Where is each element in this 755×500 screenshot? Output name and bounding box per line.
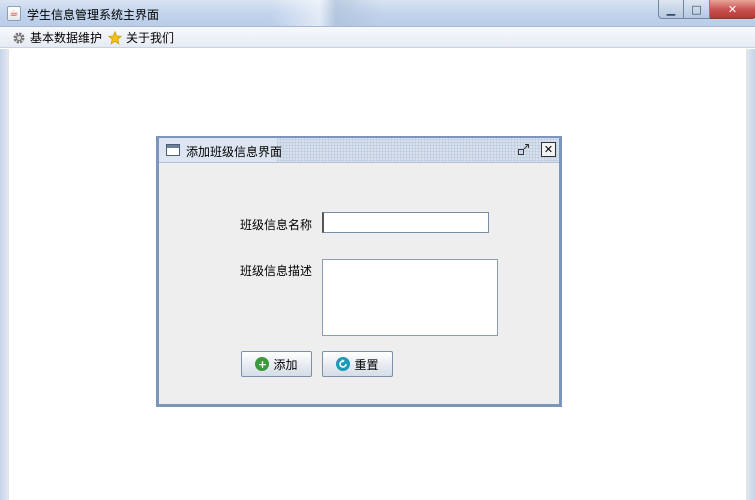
reset-button[interactable]: 重置 <box>322 351 393 377</box>
window-title: 学生信息管理系统主界面 <box>27 8 160 22</box>
window-controls: ▁ □ ✕ <box>658 0 755 19</box>
restore-icon <box>518 144 529 155</box>
menu-item-basic-data[interactable]: 基本数据维护 <box>12 29 102 46</box>
maximize-button[interactable]: □ <box>684 0 710 19</box>
class-name-label: 班级信息名称 <box>240 218 313 232</box>
add-button[interactable]: + 添加 <box>241 351 312 377</box>
reset-icon <box>336 357 351 371</box>
class-desc-textarea[interactable] <box>322 259 498 336</box>
add-button-label: 添加 <box>273 357 298 372</box>
frame-close-button[interactable]: ✕ <box>541 142 556 157</box>
maximize-icon: □ <box>691 2 702 16</box>
class-desc-label: 班级信息描述 <box>240 264 313 278</box>
minimize-icon: ▁ <box>666 2 676 16</box>
class-name-input[interactable] <box>322 212 489 233</box>
close-icon: ✕ <box>543 143 554 156</box>
star-icon <box>108 30 122 45</box>
internal-frame-title: 添加班级信息界面 <box>186 145 283 159</box>
main-title-bar[interactable]: ☕ 学生信息管理系统主界面 ▁ □ ✕ <box>0 0 755 27</box>
add-class-info-frame: 添加班级信息界面 ✕ 班级信息名称 班级信息描述 + 添加 重置 <box>156 136 562 407</box>
menu-item-about-us[interactable]: 关于我们 <box>108 29 174 46</box>
close-icon: ✕ <box>727 2 738 16</box>
java-app-icon: ☕ <box>7 6 21 21</box>
add-icon: + <box>255 357 270 371</box>
close-button[interactable]: ✕ <box>710 0 755 19</box>
gear-icon <box>12 31 26 45</box>
frame-window-icon <box>166 144 180 156</box>
menu-item-label: 关于我们 <box>126 31 175 45</box>
minimize-button[interactable]: ▁ <box>658 0 684 19</box>
reset-button-label: 重置 <box>354 357 379 372</box>
menu-bar: 基本数据维护 关于我们 <box>0 27 755 48</box>
menu-item-label: 基本数据维护 <box>30 31 103 45</box>
window-border-left <box>0 49 8 500</box>
internal-frame-title-bar[interactable]: 添加班级信息界面 ✕ <box>159 138 559 163</box>
window-border-right <box>747 49 755 500</box>
restore-button[interactable] <box>516 142 531 157</box>
